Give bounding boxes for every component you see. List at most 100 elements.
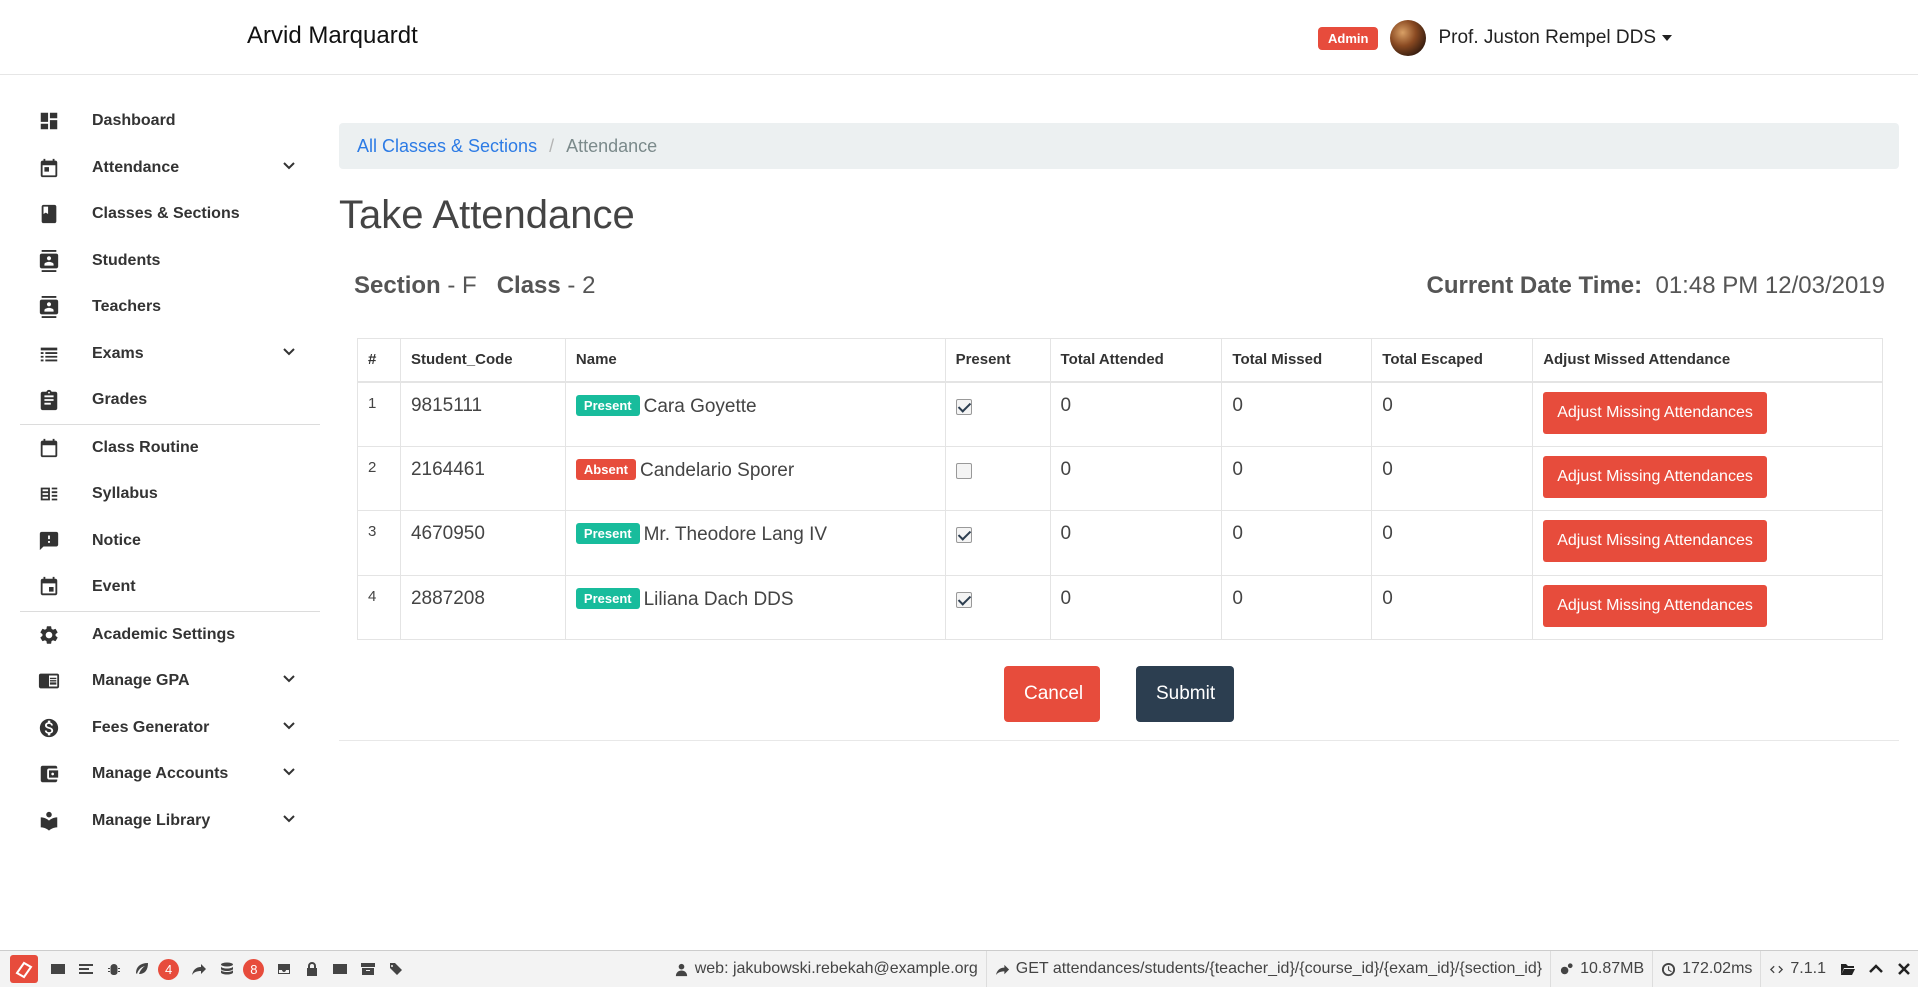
column-header: Student_Code <box>399 338 566 383</box>
sidebar-item-teachers[interactable]: Teachers <box>20 284 320 331</box>
bug-icon[interactable] <box>100 951 128 987</box>
avatar[interactable] <box>1390 20 1427 56</box>
cogs-icon <box>1560 962 1573 974</box>
total-missed: 0 <box>1221 381 1373 447</box>
debugbar-logo-icon[interactable] <box>10 955 38 983</box>
sidebar-item-class-routine[interactable]: Class Routine <box>20 425 320 472</box>
section-class-info: Section - F Class - 2 <box>354 272 595 300</box>
debugbar-time: 172.02ms <box>1652 951 1760 987</box>
sidebar-item-event[interactable]: Event <box>20 564 320 611</box>
breadcrumb-link-classes[interactable]: All Classes & Sections <box>357 136 537 157</box>
total-attended: 0 <box>1049 381 1223 447</box>
sidebar-item-label: Exams <box>92 344 144 362</box>
debugbar-route-text: GET attendances/students/{teacher_id}/{c… <box>1015 960 1543 977</box>
class-value: - 2 <box>560 272 596 299</box>
sidebar-item-label: Syllabus <box>92 485 158 503</box>
table-row: 3 4670950 Present Mr. Theodore Lang IV 0 … <box>357 510 1883 576</box>
request-icon[interactable] <box>326 951 354 987</box>
sidebar-item-fees-generator[interactable]: Fees Generator <box>20 705 320 752</box>
user-dropdown-toggle[interactable]: Prof. Juston Rempel DDS <box>1438 27 1672 49</box>
adjust-missing-attendances-button[interactable]: Adjust Missing Attendances <box>1543 455 1767 498</box>
present-checkbox[interactable] <box>955 527 972 543</box>
sidebar-item-dashboard[interactable]: Dashboard <box>20 98 320 145</box>
sidebar-item-classes-sections[interactable]: Classes & Sections <box>20 191 320 238</box>
close-icon[interactable] <box>1890 961 1918 977</box>
leaf-views-icon[interactable] <box>128 951 156 987</box>
total-attended: 0 <box>1049 574 1223 640</box>
student-code: 2887208 <box>399 574 566 640</box>
sidebar-item-students[interactable]: Students <box>20 238 320 285</box>
present-checkbox[interactable] <box>955 462 972 479</box>
user-name: Prof. Juston Rempel DDS <box>1438 27 1656 48</box>
present-checkbox[interactable] <box>955 591 972 608</box>
library-icon <box>38 810 60 832</box>
role-badge: Admin <box>1318 26 1379 50</box>
chevron-up-icon[interactable] <box>1862 961 1890 977</box>
sidebar-item-manage-library[interactable]: Manage Library <box>20 798 320 845</box>
code-icon <box>1770 965 1784 973</box>
sidebar: Dashboard Attendance Classes & Sections … <box>20 98 320 844</box>
submit-button[interactable]: Submit <box>1136 666 1234 722</box>
database-icon[interactable] <box>213 951 241 987</box>
sidebar-item-label: Manage Accounts <box>92 765 229 783</box>
chevron-down-icon <box>282 344 296 363</box>
status-badge: Present <box>575 523 640 544</box>
section-value: - F <box>440 272 477 299</box>
student-name: Liliana Dach DDS <box>643 588 794 610</box>
event-icon <box>38 576 60 598</box>
calendar-icon <box>38 157 60 179</box>
lock-icon[interactable] <box>298 951 326 987</box>
tags-icon[interactable] <box>382 951 410 987</box>
sidebar-item-attendance[interactable]: Attendance <box>20 145 320 192</box>
dollar-icon <box>38 717 60 739</box>
student-code: 4670950 <box>399 510 566 576</box>
sidebar-item-exams[interactable]: Exams <box>20 331 320 378</box>
row-number: 4 <box>357 574 401 640</box>
present-checkbox[interactable] <box>955 398 972 415</box>
debugbar-route[interactable]: GET attendances/students/{teacher_id}/{c… <box>985 951 1550 987</box>
student-name-cell: Present Mr. Theodore Lang IV <box>564 510 946 576</box>
calendar-outline-icon <box>38 437 60 459</box>
adjust-cell: Adjust Missing Attendances <box>1532 510 1883 576</box>
present-cell <box>944 381 1051 447</box>
row-number: 1 <box>357 381 401 447</box>
adjust-missing-attendances-button[interactable]: Adjust Missing Attendances <box>1543 584 1767 627</box>
sidebar-item-academic-settings[interactable]: Academic Settings <box>20 612 320 659</box>
status-badge: Present <box>575 394 640 416</box>
cancel-button[interactable]: Cancel <box>1004 666 1100 722</box>
debugbar-info: web: jakubowski.rebekah@example.org GET … <box>666 951 1918 987</box>
column-header: Name <box>564 338 946 383</box>
sidebar-item-label: Event <box>92 578 136 596</box>
column-header: Present <box>944 338 1051 383</box>
inbox-icon[interactable] <box>270 951 298 987</box>
total-missed: 0 <box>1221 510 1373 576</box>
share-icon <box>995 964 1009 975</box>
sidebar-item-label: Teachers <box>92 298 162 316</box>
sidebar-item-grades[interactable]: Grades <box>20 377 320 424</box>
messages-icon[interactable] <box>44 951 72 987</box>
timeline-icon[interactable] <box>72 951 100 987</box>
sidebar-item-label: Students <box>92 251 161 269</box>
column-header: Total Attended <box>1049 338 1223 383</box>
sidebar-item-manage-gpa[interactable]: Manage GPA <box>20 658 320 705</box>
route-share-icon[interactable] <box>185 951 213 987</box>
table-row: 4 2887208 Present Liliana Dach DDS 0 0 0 … <box>357 574 1883 640</box>
present-cell <box>944 574 1051 640</box>
sidebar-item-label: Dashboard <box>92 112 176 130</box>
id-card-icon <box>38 249 60 272</box>
sidebar-item-manage-accounts[interactable]: Manage Accounts <box>20 751 320 798</box>
adjust-missing-attendances-button[interactable]: Adjust Missing Attendances <box>1543 520 1767 562</box>
debugbar-memory-text: 10.87MB <box>1580 960 1645 977</box>
archive-icon[interactable] <box>354 951 382 987</box>
adjust-missing-attendances-button[interactable]: Adjust Missing Attendances <box>1543 391 1767 434</box>
folder-open-icon[interactable] <box>1834 961 1862 977</box>
sidebar-item-syllabus[interactable]: Syllabus <box>20 471 320 518</box>
total-escaped: 0 <box>1371 381 1534 447</box>
column-header: Total Escaped <box>1371 338 1534 383</box>
chevron-down-icon <box>282 158 296 177</box>
caret-down-icon <box>1662 35 1672 41</box>
brand-name[interactable]: Arvid Marquardt <box>247 22 418 50</box>
sidebar-item-notice[interactable]: Notice <box>20 518 320 565</box>
sidebar-item-label: Fees Generator <box>92 718 210 736</box>
user-menu[interactable]: Admin Prof. Juston Rempel DDS <box>1318 20 1672 56</box>
